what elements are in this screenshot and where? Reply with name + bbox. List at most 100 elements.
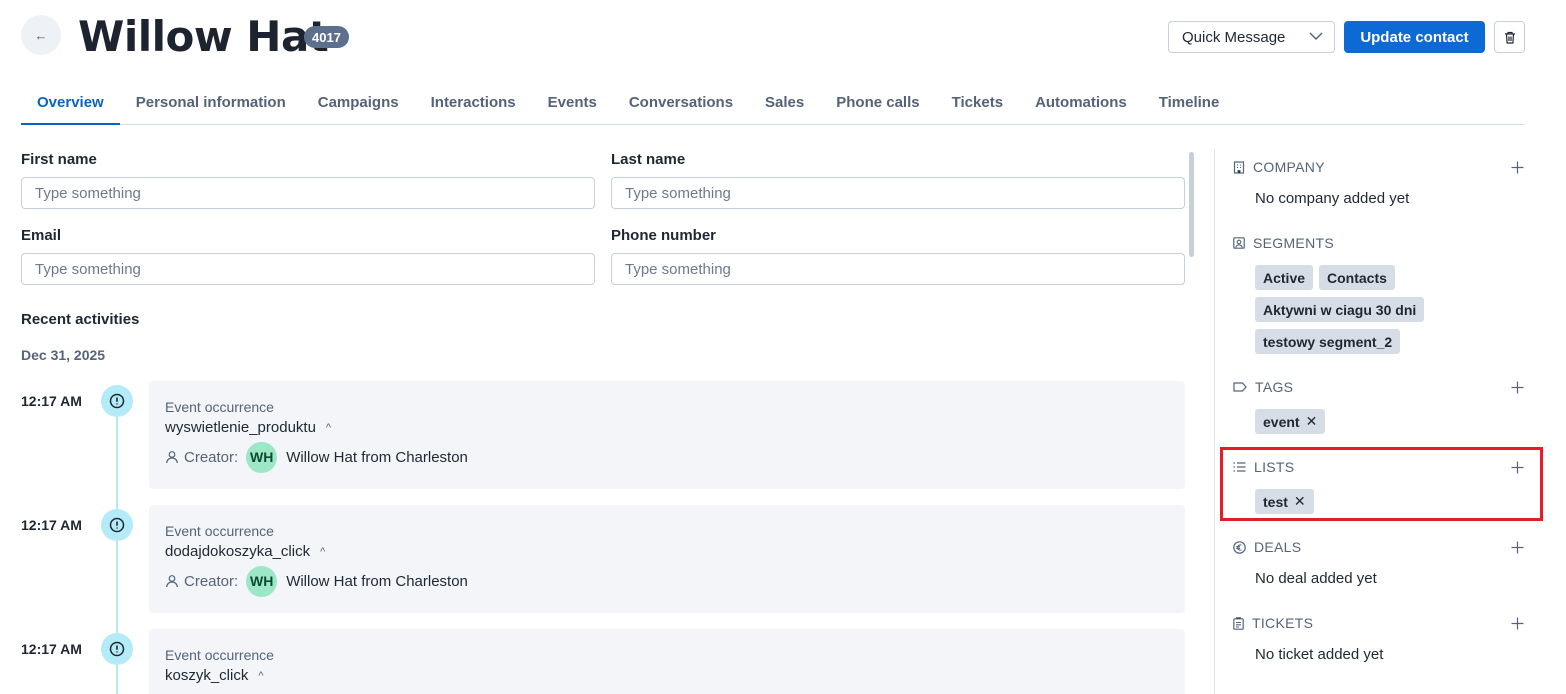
event-name: dodajdokoszyka_click [165,543,311,560]
activity-card: Event occurrence dodajdokoszyka_click ^ … [149,505,1185,613]
panel-divider [1214,149,1215,694]
user-icon [166,451,178,464]
lists-highlight-box [1220,447,1543,521]
tags-title: TAGS [1255,379,1294,395]
activity-card: Event occurrence wyswietlenie_produktu ^… [149,381,1185,489]
plus-icon [1511,541,1523,553]
deals-title: DEALS [1254,539,1302,555]
scrollbar-thumb[interactable] [1189,152,1194,257]
creator-name: Willow Hat from Charleston [286,572,468,590]
chevron-down-icon [1309,32,1323,41]
quick-message-label: Quick Message [1182,28,1286,46]
add-tag-button[interactable] [1508,378,1526,396]
plus-icon [1511,161,1523,173]
arrow-left-icon: ← [34,27,48,43]
caret-up-icon[interactable]: ^ [320,546,325,558]
segment-icon [1233,237,1245,249]
deals-empty-text: No deal added yet [1255,570,1377,587]
info-circle-icon [109,517,125,533]
page-title: Willow Hat [78,12,329,61]
tab-overview[interactable]: Overview [21,84,120,125]
segments-section-header: SEGMENTS [1233,234,1334,252]
user-icon [166,575,178,588]
timeline-dot [101,633,133,665]
phone-number-label: Phone number [611,227,717,244]
first-name-input[interactable] [21,177,595,209]
tab-phone-calls[interactable]: Phone calls [820,84,935,125]
creator-label: Creator: [184,572,239,590]
info-circle-icon [109,393,125,409]
email-label: Email [21,227,62,244]
activity-creator: Creator: WH Willow Hat from Charleston [165,441,468,473]
add-ticket-button[interactable] [1508,614,1526,632]
company-empty-text: No company added yet [1255,190,1410,207]
tab-personal-information[interactable]: Personal information [120,84,302,125]
email-input[interactable] [21,253,595,285]
delete-button[interactable] [1494,21,1525,53]
segment-chip[interactable]: Contacts [1319,265,1395,290]
creator-label: Creator: [184,448,239,466]
tag-chip: event ✕ [1255,409,1326,434]
segments-title: SEGMENTS [1253,235,1334,251]
tag-chip-label: event [1263,413,1300,430]
activity-date: Dec 31, 2025 [21,347,106,363]
activity-time: 12:17 AM [21,393,82,409]
activity-time: 12:17 AM [21,517,82,533]
add-company-button[interactable] [1508,158,1526,176]
creator-name: Willow Hat from Charleston [286,448,468,466]
avatar: WH [246,565,278,597]
tab-automations[interactable]: Automations [1019,84,1143,125]
activity-time: 12:17 AM [21,641,82,657]
timeline-dot [101,385,133,417]
plus-icon [1511,381,1523,393]
activity-name: dodajdokoszyka_click ^ [165,543,325,560]
tickets-section-header: TICKETS [1233,614,1313,632]
activity-creator: Creator: WH Willow Hat from Charleston [165,565,468,597]
tab-conversations[interactable]: Conversations [613,84,749,125]
tickets-title: TICKETS [1252,615,1314,631]
tab-sales[interactable]: Sales [749,84,820,125]
tab-tickets[interactable]: Tickets [936,84,1019,125]
clipboard-icon [1233,616,1244,630]
activity-type: Event occurrence [165,399,274,415]
activity-type: Event occurrence [165,647,274,663]
deals-section-header: DEALS [1233,538,1301,556]
recent-activities-title: Recent activities [21,311,140,328]
event-name: koszyk_click [165,667,249,684]
phone-number-input[interactable] [611,253,1185,285]
company-title: COMPANY [1253,159,1325,175]
last-name-label: Last name [611,151,686,168]
tab-bar: Overview Personal information Campaigns … [21,84,1525,125]
plus-icon [1511,617,1523,629]
avatar: WH [246,441,278,473]
timeline-dot [101,509,133,541]
caret-up-icon[interactable]: ^ [326,422,331,434]
close-icon[interactable]: ✕ [1306,413,1318,430]
back-button[interactable]: ← [21,15,61,55]
building-icon [1233,160,1245,174]
update-contact-button[interactable]: Update contact [1344,21,1485,53]
contact-id-badge: 4017 [304,26,349,48]
trash-icon [1504,31,1515,44]
activity-name: wyswietlenie_produktu ^ [165,419,331,436]
quick-message-dropdown[interactable]: Quick Message [1168,21,1335,53]
tab-interactions[interactable]: Interactions [415,84,532,125]
euro-icon [1233,540,1246,554]
tickets-empty-text: No ticket added yet [1255,646,1384,663]
segment-chip[interactable]: testowy segment_2 [1255,329,1401,354]
segment-chip[interactable]: Active [1255,265,1314,290]
tab-campaigns[interactable]: Campaigns [302,84,415,125]
company-section-header: COMPANY [1233,158,1325,176]
activity-type: Event occurrence [165,523,274,539]
add-deal-button[interactable] [1508,538,1526,556]
event-name: wyswietlenie_produktu [165,419,316,436]
last-name-input[interactable] [611,177,1185,209]
info-circle-icon [109,641,125,657]
segment-chip[interactable]: Aktywni w ciagu 30 dni [1255,297,1425,322]
first-name-label: First name [21,151,97,168]
tags-section-header: TAGS [1233,378,1293,396]
tab-timeline[interactable]: Timeline [1143,84,1236,125]
tab-events[interactable]: Events [532,84,613,125]
activity-name: koszyk_click ^ [165,667,264,684]
caret-up-icon[interactable]: ^ [258,670,263,682]
